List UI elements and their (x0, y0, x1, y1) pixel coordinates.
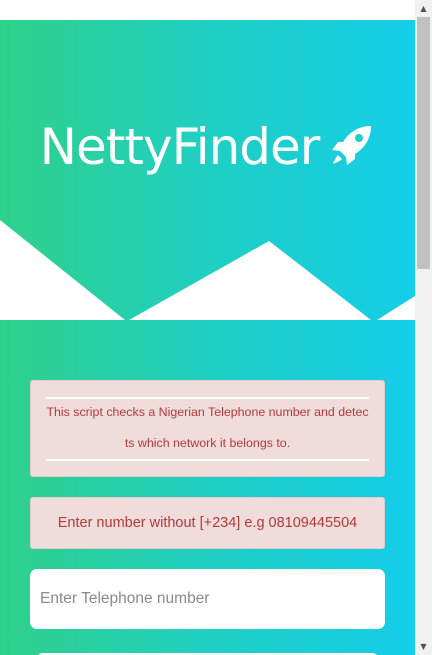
bottom-divider (46, 459, 369, 461)
form-section: This script checks a Nigerian Telephone … (0, 320, 415, 655)
telephone-number-input[interactable] (30, 569, 385, 629)
script-description-card: This script checks a Nigerian Telephone … (30, 380, 385, 477)
vertical-scrollbar[interactable]: ▲ ▼ (415, 0, 432, 655)
scroll-down-arrow-icon[interactable]: ▼ (415, 638, 432, 655)
script-description: This script checks a Nigerian Telephone … (46, 405, 369, 450)
app-title: NettyFinder (0, 118, 415, 180)
rocket-icon (329, 122, 375, 180)
app-title-text: NettyFinder (39, 118, 321, 176)
hero-banner: NettyFinder (0, 20, 415, 320)
scrollbar-thumb[interactable] (417, 17, 430, 269)
scroll-up-arrow-icon[interactable]: ▲ (415, 0, 432, 17)
page-viewport: NettyFinder This script checks a Nigeria… (0, 0, 415, 655)
input-hint-card: Enter number without [+234] e.g 08109445… (30, 497, 385, 549)
